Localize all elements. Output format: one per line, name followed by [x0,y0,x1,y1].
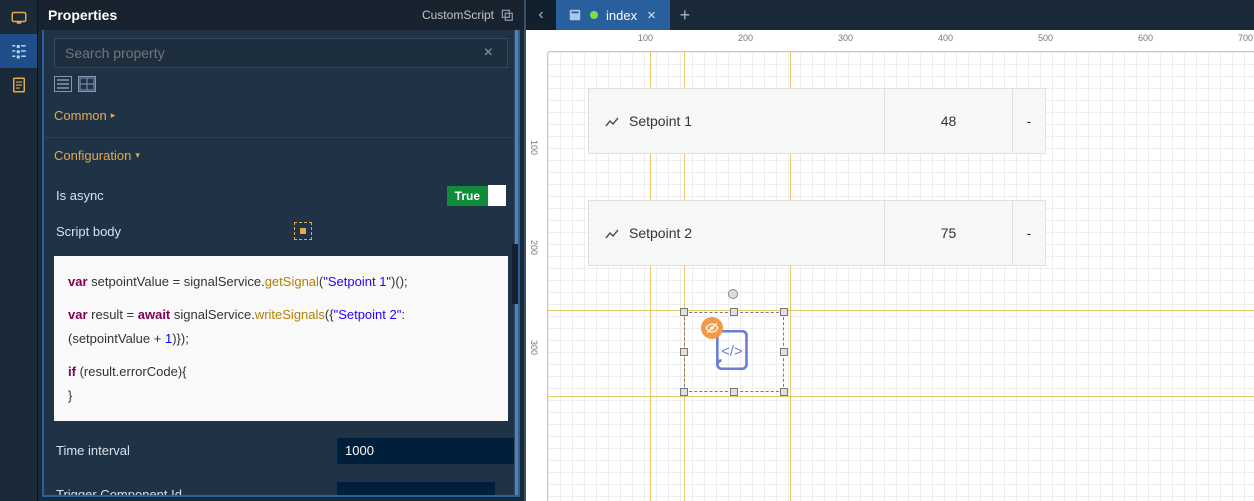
chart-icon [605,227,621,239]
panel-scrollbar-thumb[interactable] [512,244,518,304]
section-configuration[interactable]: Configuration ▾ [44,137,518,177]
tab-index[interactable]: index × [556,0,670,30]
rotate-handle[interactable] [728,289,738,299]
search-clear-icon[interactable]: × [480,44,497,62]
time-interval-input[interactable] [336,437,520,465]
prop-is-async: Is async True [44,177,518,214]
copy-icon[interactable] [500,8,514,22]
panel-body: × Common ▸ Configuration ▾ Is async True [42,30,520,497]
chevron-right-icon: ▸ [111,110,116,121]
tabs-bar: ‹ index × + [526,0,1254,30]
tab-prev-button[interactable]: ‹ [526,0,556,30]
ruler-vertical: 100 200 300 [526,52,548,501]
resize-handle-s[interactable] [730,388,738,396]
is-async-toggle[interactable]: True [447,185,506,206]
setpoint-action-cell[interactable]: - [1013,201,1045,265]
prop-trigger-component-label: Trigger Component Id [56,487,326,497]
sidebar-icon-designer[interactable] [0,0,37,34]
design-surface[interactable]: Setpoint 1 48 - Setpoint 2 75 - [548,52,1254,501]
view-list-icon[interactable] [54,76,72,92]
section-common[interactable]: Common ▸ [44,98,518,137]
resize-handle-se[interactable] [780,388,788,396]
setpoint-widget-1[interactable]: Setpoint 1 48 - [588,88,1046,154]
status-dot-icon [590,11,598,19]
resize-handle-nw[interactable] [680,308,688,316]
tab-label: index [606,8,637,23]
tab-add-button[interactable]: + [670,0,700,30]
prop-trigger-component-id: Trigger Component Id [44,473,518,497]
left-icon-rail [0,0,38,501]
svg-text:</>: </> [721,344,742,360]
trigger-component-input[interactable] [336,481,496,497]
visibility-badge-icon [701,317,723,339]
code-editor[interactable]: var setpointValue = signalService.getSig… [54,256,508,421]
script-body-indicator-icon[interactable] [294,222,312,240]
canvas-area: ‹ index × + 100 200 300 400 500 600 700 … [526,0,1254,501]
prop-time-interval: Time interval [44,429,518,473]
prop-script-body: Script body [44,214,518,248]
selected-component[interactable]: </> [684,312,784,392]
panel-header: Properties CustomScript [38,0,524,30]
prop-time-interval-label: Time interval [56,443,326,458]
ruler-horizontal: 100 200 300 400 500 600 700 [548,30,1254,52]
guide-horizontal[interactable] [548,396,1254,397]
setpoint-label-cell: Setpoint 1 [589,89,885,153]
setpoint-action-cell[interactable]: - [1013,89,1045,153]
search-input[interactable] [65,45,480,61]
prop-script-body-label: Script body [56,224,284,239]
document-icon [568,8,582,22]
setpoint-widget-2[interactable]: Setpoint 2 75 - [588,200,1046,266]
resize-handle-e[interactable] [780,348,788,356]
panel-header-context: CustomScript [422,8,514,22]
chevron-down-icon: ▾ [135,150,140,161]
search-box: × [54,38,508,68]
sidebar-icon-document[interactable] [0,68,37,102]
tab-close-icon[interactable]: × [645,7,658,24]
design-wrap: 100 200 300 Setpoint 1 48 - [526,52,1254,501]
resize-handle-sw[interactable] [680,388,688,396]
view-grid-icon[interactable] [78,76,96,92]
setpoint-value-cell: 48 [885,89,1013,153]
resize-handle-w[interactable] [680,348,688,356]
setpoint-label-cell: Setpoint 2 [589,201,885,265]
guide-horizontal[interactable] [548,310,1254,311]
resize-handle-ne[interactable] [780,308,788,316]
view-mode-icons [44,76,518,98]
prop-is-async-label: Is async [56,188,284,203]
properties-panel: Properties CustomScript × Common ▸ Confi… [38,0,526,501]
panel-title: Properties [48,7,117,23]
setpoint-value-cell: 75 [885,201,1013,265]
chart-icon [605,115,621,127]
sidebar-icon-properties[interactable] [0,34,37,68]
resize-handle-n[interactable] [730,308,738,316]
